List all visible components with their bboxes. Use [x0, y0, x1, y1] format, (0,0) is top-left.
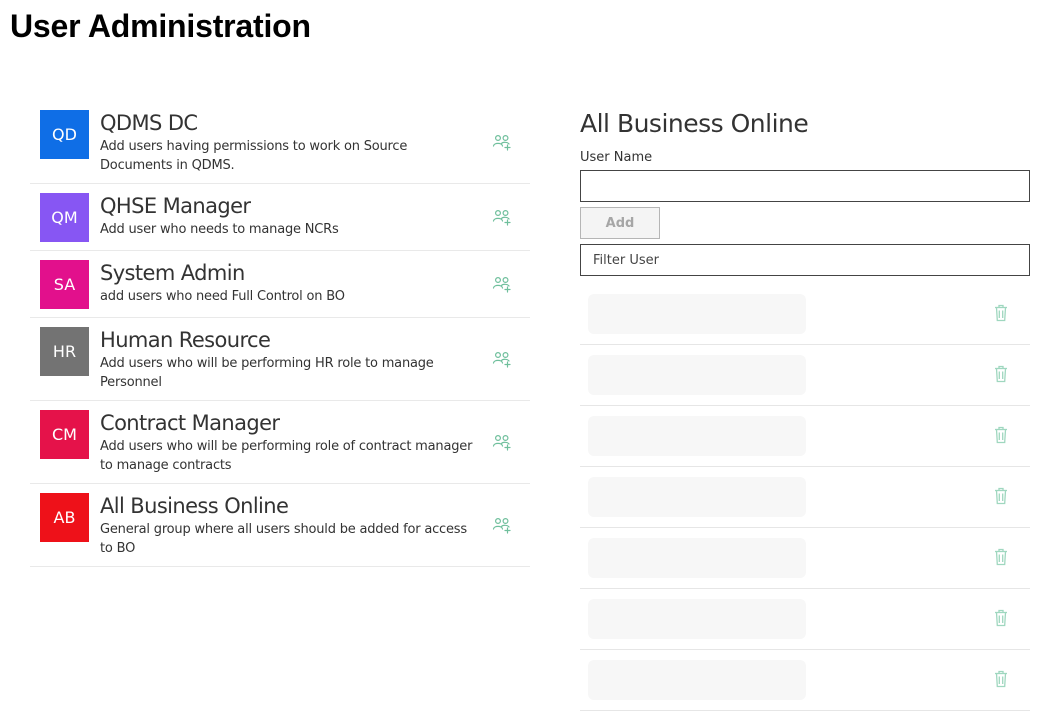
user-row	[580, 467, 1030, 528]
people-add-icon[interactable]	[492, 275, 512, 293]
user-name-input[interactable]	[580, 170, 1030, 202]
group-name: System Admin	[100, 261, 245, 285]
group-avatar: AB	[40, 493, 89, 542]
group-description: Add users having permissions to work on …	[100, 139, 408, 173]
group-list: QD QDMS DC Add users having permissions to…	[30, 101, 530, 567]
group-avatar: QM	[40, 193, 89, 242]
trash-icon[interactable]	[994, 487, 1008, 505]
trash-icon[interactable]	[994, 609, 1008, 627]
group-text: QHSE Manager Add user who needs to manage…	[100, 193, 520, 239]
user-name-redacted	[588, 538, 806, 578]
group-name: Human Resource	[100, 328, 271, 352]
user-name-redacted	[588, 355, 806, 395]
group-description: add users who need Full Control on BO	[100, 289, 345, 304]
group-name: All Business Online	[100, 494, 289, 518]
group-item[interactable]: HR Human Resource Add users who will be pe…	[30, 318, 530, 401]
group-avatar: SA	[40, 260, 89, 309]
user-row	[580, 650, 1030, 711]
user-name-redacted	[588, 599, 806, 639]
panel-title: All Business Online	[580, 109, 809, 138]
group-avatar: CM	[40, 410, 89, 459]
people-add-icon[interactable]	[492, 350, 512, 368]
user-row	[580, 345, 1030, 406]
user-name-redacted	[588, 477, 806, 517]
user-list	[580, 284, 1030, 711]
page-title: User Administration	[10, 8, 311, 44]
group-text: Contract Manager Add users who will be pe…	[100, 410, 520, 475]
group-text: QDMS DC Add users having permissions to w…	[100, 110, 520, 175]
group-description: General group where all users should be …	[100, 522, 467, 556]
user-row	[580, 589, 1030, 650]
trash-icon[interactable]	[994, 426, 1008, 444]
group-members-panel: All Business Online User Name Add	[580, 108, 1030, 711]
user-name-redacted	[588, 660, 806, 700]
group-description: Add users who will be performing HR role…	[100, 356, 434, 390]
group-description: Add user who needs to manage NCRs	[100, 222, 339, 237]
group-item[interactable]: QD QDMS DC Add users having permissions to…	[30, 101, 530, 184]
group-item[interactable]: AB All Business Online General group where…	[30, 484, 530, 567]
group-item[interactable]: SA System Admin add users who need Full Co…	[30, 251, 530, 318]
user-name-label: User Name	[580, 150, 653, 165]
group-text: All Business Online General group where a…	[100, 493, 520, 558]
group-name: QHSE Manager	[100, 194, 251, 218]
page: User Administration QD QDMS DC Add users h…	[0, 0, 1040, 713]
user-name-redacted	[588, 416, 806, 456]
people-add-icon[interactable]	[492, 433, 512, 451]
group-item[interactable]: CM Contract Manager Add users who will be …	[30, 401, 530, 484]
trash-icon[interactable]	[994, 365, 1008, 383]
group-avatar: HR	[40, 327, 89, 376]
group-text: Human Resource Add users who will be perf…	[100, 327, 520, 392]
user-row	[580, 406, 1030, 467]
group-text: System Admin add users who need Full Cont…	[100, 260, 520, 306]
filter-user-input[interactable]	[580, 244, 1030, 276]
trash-icon[interactable]	[994, 548, 1008, 566]
trash-icon[interactable]	[994, 304, 1008, 322]
group-avatar: QD	[40, 110, 89, 159]
group-item[interactable]: QM QHSE Manager Add user who needs to mana…	[30, 184, 530, 251]
group-name: Contract Manager	[100, 411, 280, 435]
trash-icon[interactable]	[994, 670, 1008, 688]
group-description: Add users who will be performing role of…	[100, 439, 473, 473]
people-add-icon[interactable]	[492, 516, 512, 534]
user-row	[580, 284, 1030, 345]
user-name-redacted	[588, 294, 806, 334]
add-user-button[interactable]: Add	[580, 207, 660, 239]
people-add-icon[interactable]	[492, 208, 512, 226]
people-add-icon[interactable]	[492, 133, 512, 151]
group-name: QDMS DC	[100, 111, 198, 135]
user-row	[580, 528, 1030, 589]
